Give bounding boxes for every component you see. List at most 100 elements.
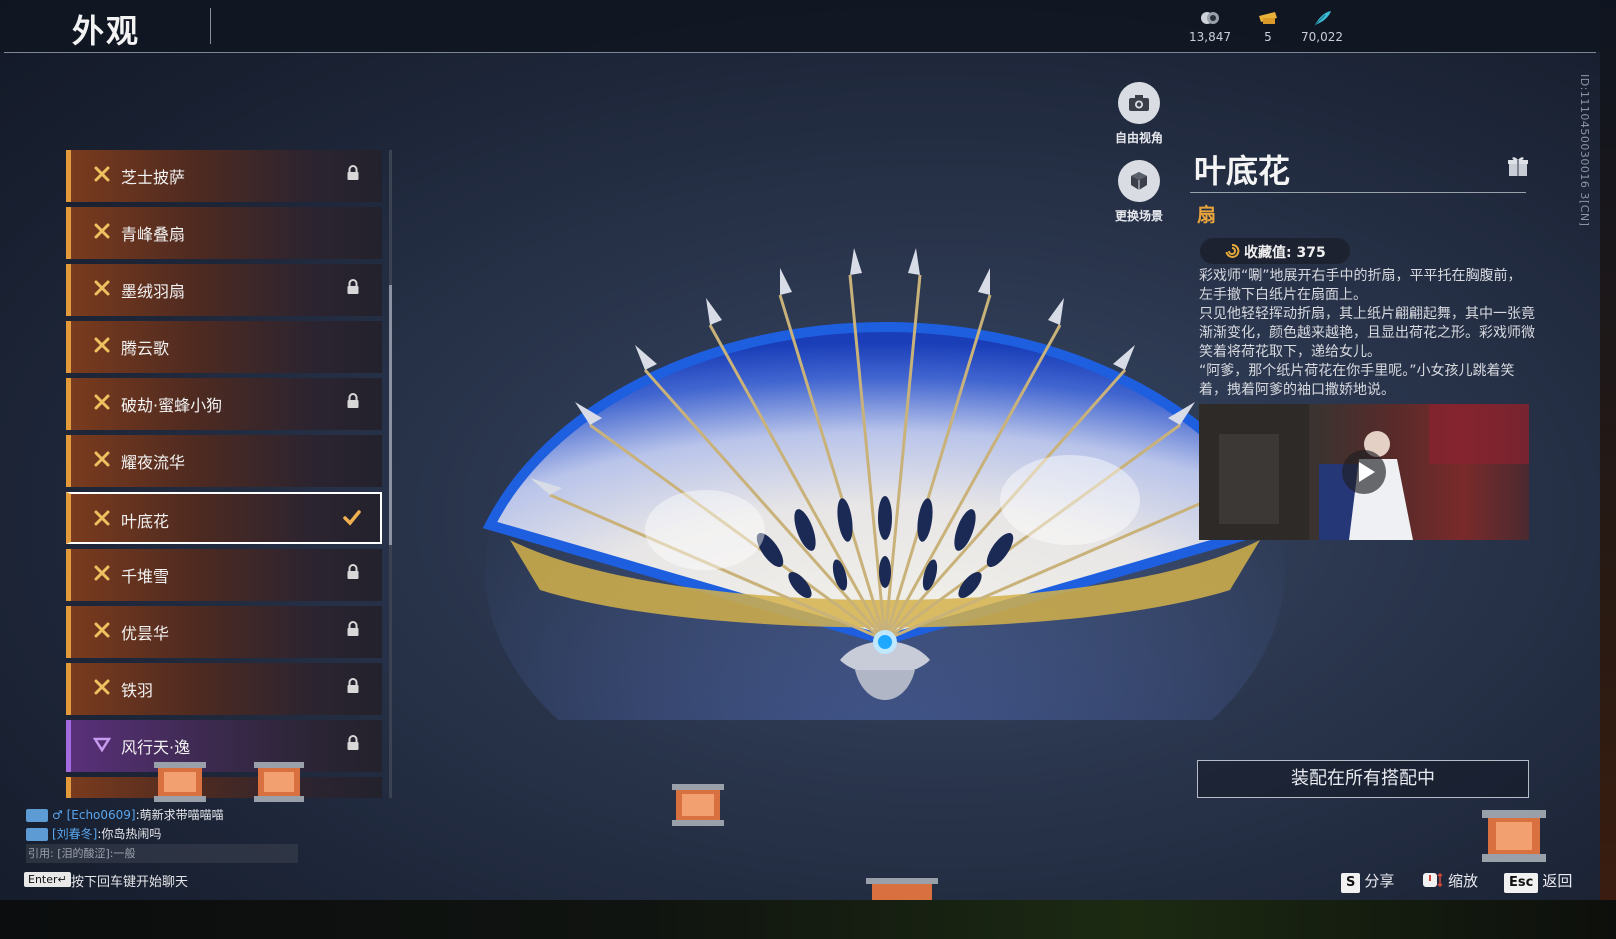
share-hint[interactable]: S 分享 [1341,870,1394,893]
list-item[interactable]: 腾云歌 [66,321,382,373]
list-item-label: 青峰叠扇 [121,225,186,244]
currency-tickets-value: 5 [1264,30,1272,44]
list-item-label: 优昙华 [121,624,170,643]
lantern-icon [866,878,938,900]
fan-category-icon [94,622,110,638]
chat-message: [刘春冬]:你岛热闹吗 [26,825,326,844]
list-item-label: 叶底花 [121,512,170,531]
fan-category-icon [94,565,110,581]
checkmark-icon [343,510,361,526]
lock-icon [347,678,359,693]
fan-category-icon [94,679,110,695]
list-item[interactable]: 破劫·蜜蜂小狗 [66,378,382,430]
ticket-icon [1259,12,1277,24]
fan-category-icon [94,394,110,410]
free-view-label: 自由视角 [1114,131,1163,145]
list-item[interactable]: 铁羽 [66,663,382,715]
currency-coins: 13,847 [1180,8,1240,44]
list-item-label: 铁羽 [121,681,154,700]
fan-model-preview[interactable] [470,240,1300,720]
play-icon[interactable] [1340,448,1388,496]
back-key: Esc [1504,873,1539,893]
chat-message: ♂ [Echo0609]:萌新求带喵喵喵 [26,806,326,825]
chat-text: :萌新求带喵喵喵 [135,808,224,822]
fan-category-icon [94,166,110,182]
zoom-hint[interactable]: 缩放 [1422,870,1478,891]
chat-quote: 引用: [泪的酸涩]:一般 [26,844,298,863]
channel-tag-icon [26,828,48,841]
fan-category-icon [94,510,110,526]
back-hint[interactable]: Esc 返回 [1504,870,1572,893]
change-scene-label: 更换场景 [1114,209,1163,223]
currency-tickets: 5 [1238,8,1298,44]
list-scrollbar-thumb[interactable] [389,285,392,545]
male-icon: ♂ [52,808,67,822]
list-item[interactable]: 千堆雪 [66,549,382,601]
camera-icon [1118,82,1160,124]
list-item-partial[interactable] [66,777,382,798]
chat-panel: ♂ [Echo0609]:萌新求带喵喵喵 [刘春冬]:你岛热闹吗 引用: [泪的… [26,806,326,863]
fan-category-icon [94,223,110,239]
equip-all-button[interactable]: 装配在所有搭配中 [1197,760,1529,798]
share-label: 分享 [1364,872,1395,890]
change-scene-button[interactable]: 更换场景 [1094,160,1184,224]
free-view-button[interactable]: 自由视角 [1094,82,1184,146]
list-item-label: 破劫·蜜蜂小狗 [121,396,223,415]
title-divider [210,8,211,44]
spiral-icon [1225,244,1240,258]
detail-divider [1190,192,1526,193]
preview-video[interactable] [1199,404,1529,540]
share-key: S [1341,873,1361,893]
fan-category-icon [94,451,110,467]
enter-key: Enter↵ [24,872,71,887]
list-item[interactable]: 墨绒羽扇 [66,264,382,316]
lock-icon [347,564,359,579]
zoom-label: 缩放 [1448,872,1479,890]
currency-coins-value: 13,847 [1189,30,1231,44]
lock-icon [347,393,359,408]
list-item-label: 墨绒羽扇 [121,282,186,301]
cube-icon [1118,160,1160,202]
lantern-icon [672,784,724,826]
currency-feathers: 70,022 [1292,8,1352,44]
page-title: 外观 [72,12,141,50]
fan-category-icon [94,280,110,296]
list-item[interactable]: 风行天·逸 [66,720,382,772]
list-item-label: 千堆雪 [121,567,170,586]
collection-badge: 收藏值: 375 [1200,238,1350,264]
list-item-selected[interactable]: 叶底花 [66,492,382,544]
chat-text: :你岛热闹吗 [97,827,162,841]
list-item[interactable]: 青峰叠扇 [66,207,382,259]
list-item-label: 风行天·逸 [121,738,191,757]
background-ground [0,900,1616,939]
currency-feathers-value: 70,022 [1301,30,1343,44]
chat-user[interactable]: [刘春冬] [52,827,97,841]
lock-icon [347,165,359,180]
top-divider [4,52,1596,53]
lock-icon [347,279,359,294]
description-paragraph: “阿爹，那个纸片荷花在你手里呢。”小女孩儿跳着笑着，拽着阿爹的袖口撒娇地说。 [1199,363,1515,398]
list-item-label: 耀夜流华 [121,453,186,472]
gift-icon[interactable] [1506,154,1530,178]
appearance-list[interactable]: 芝士披萨 青峰叠扇 墨绒羽扇 腾云歌 破劫·蜜蜂小狗 耀夜流华 叶底花 千堆雪 … [66,150,382,798]
fan-category-icon [94,337,110,353]
background-edge [1600,0,1616,900]
lock-icon [347,735,359,750]
lock-icon [347,621,359,636]
list-item[interactable]: 耀夜流华 [66,435,382,487]
triangle-category-icon [93,737,111,753]
list-item[interactable]: 芝士披萨 [66,150,382,202]
chat-user[interactable]: [Echo0609] [67,808,136,822]
channel-tag-icon [26,809,48,822]
description-paragraph: 彩戏师“唰”地展开右手中的折扇，平平托在胸腹前，左手撤下白纸片在扇面上。 [1199,268,1522,303]
chat-input-hint[interactable]: 按下回车键开始聊天 [71,871,188,890]
lantern-icon [1482,810,1546,862]
top-bar: 外观 13,847 5 70,022 [0,0,1600,52]
item-type: 扇 [1197,204,1217,226]
list-item[interactable]: 优昙华 [66,606,382,658]
item-description: 彩戏师“唰”地展开右手中的折扇，平平托在胸腹前，左手撤下白纸片在扇面上。 只见他… [1199,267,1535,400]
lantern-icon [154,762,206,802]
list-item-label: 芝士披萨 [121,168,186,187]
collection-value: 收藏值: 375 [1244,245,1326,261]
list-item-label: 腾云歌 [121,339,170,358]
